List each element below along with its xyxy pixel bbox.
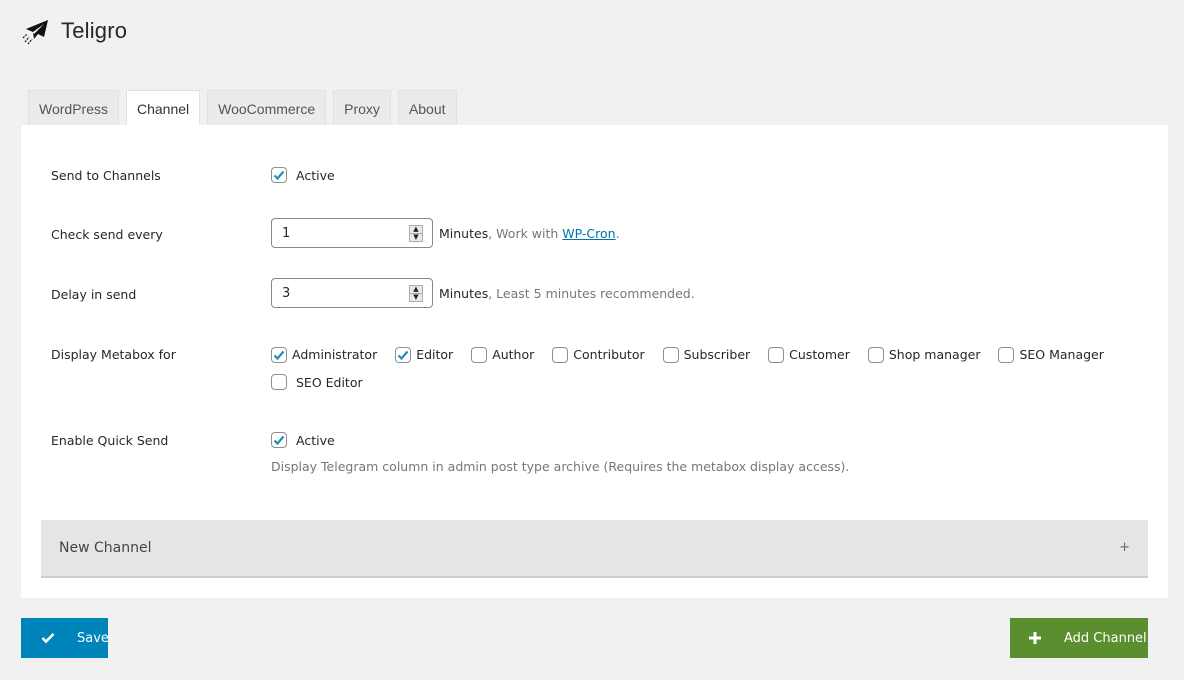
send-to-channels-checkbox[interactable] xyxy=(271,167,287,183)
tab-channel[interactable]: Channel xyxy=(125,90,201,126)
role-contributor[interactable]: Contributor xyxy=(552,341,658,369)
delay-in-send-value: 3 xyxy=(282,285,291,301)
display-metabox-label: Display Metabox for xyxy=(51,347,176,362)
role-seo-manager-checkbox[interactable] xyxy=(998,346,1015,363)
tab-wordpress[interactable]: WordPress xyxy=(28,90,119,126)
role-contributor-checkbox[interactable] xyxy=(552,346,569,363)
delay-in-send-label: Delay in send xyxy=(51,287,137,302)
check-send-every-input[interactable]: 1 ▲ ▼ xyxy=(271,218,433,248)
role-label: Administrator xyxy=(292,346,378,362)
number-spinner[interactable]: ▲ ▼ xyxy=(409,285,423,302)
enable-quick-send-checkbox-label: Active xyxy=(296,432,335,448)
checkmark-icon xyxy=(397,350,409,360)
send-to-channels-label: Send to Channels xyxy=(51,168,161,183)
role-subscriber-checkbox[interactable] xyxy=(662,346,679,363)
check-send-every-field: 1 ▲ ▼ Minutes , Work with WP-Cron . xyxy=(271,218,620,248)
checkmark-icon xyxy=(273,350,285,360)
role-label: Author xyxy=(492,346,535,362)
role-seo-editor[interactable]: SEO Editor xyxy=(271,374,363,390)
role-label: Editor xyxy=(416,346,454,362)
check-send-every-label: Check send every xyxy=(51,227,163,242)
check-send-every-note: , Work with xyxy=(488,225,563,241)
role-label: SEO Editor xyxy=(295,375,363,390)
role-label: SEO Manager xyxy=(1019,346,1104,362)
new-channel-accordion[interactable]: New Channel + xyxy=(41,520,1148,578)
app-header: Teligro xyxy=(22,16,127,46)
spin-down-icon[interactable]: ▼ xyxy=(410,234,422,241)
tab-woocommerce[interactable]: WooCommerce xyxy=(207,90,327,126)
role-customer[interactable]: Customer xyxy=(768,341,864,369)
enable-quick-send-description: Display Telegram column in admin post ty… xyxy=(271,459,850,474)
tab-about[interactable]: About xyxy=(397,90,457,126)
check-send-every-unit: Minutes xyxy=(439,225,489,241)
role-editor-checkbox[interactable] xyxy=(395,346,412,363)
app-title: Teligro xyxy=(61,18,128,43)
enable-quick-send-checkbox[interactable] xyxy=(271,432,287,448)
role-subscriber[interactable]: Subscriber xyxy=(662,341,765,369)
role-label: Customer xyxy=(789,346,850,362)
send-to-channels-checkbox-label: Active xyxy=(296,167,335,183)
role-label: Contributor xyxy=(573,346,645,362)
role-shop-manager[interactable]: Shop manager xyxy=(867,341,995,369)
save-button-label: Save xyxy=(77,630,109,646)
channel-settings-panel: Send to Channels Active Check send every… xyxy=(21,125,1168,598)
check-send-every-value: 1 xyxy=(282,225,291,241)
role-shop-manager-checkbox[interactable] xyxy=(867,346,884,363)
delay-in-send-unit: Minutes xyxy=(439,285,489,301)
checkmark-icon xyxy=(273,435,285,446)
enable-quick-send-label: Enable Quick Send xyxy=(51,433,169,448)
role-seo-editor-checkbox[interactable] xyxy=(271,374,287,390)
role-seo-manager[interactable]: SEO Manager xyxy=(998,341,1117,369)
plus-icon xyxy=(1028,631,1042,645)
role-administrator[interactable]: Administrator xyxy=(271,341,391,369)
role-administrator-checkbox[interactable] xyxy=(271,346,287,363)
expand-plus-icon[interactable]: + xyxy=(1119,540,1130,555)
tab-proxy[interactable]: Proxy xyxy=(333,90,391,126)
role-checkbox-list: Administrator Editor Author Contributor … xyxy=(271,340,1141,397)
role-author-checkbox[interactable] xyxy=(471,346,488,363)
add-channel-button[interactable]: Add Channel xyxy=(1010,618,1148,658)
spin-down-icon[interactable]: ▼ xyxy=(410,294,422,301)
new-channel-title: New Channel xyxy=(59,540,152,556)
role-label: Shop manager xyxy=(888,346,981,362)
settings-tabs: WordPress Channel WooCommerce Proxy Abou… xyxy=(28,90,464,126)
delay-in-send-input[interactable]: 3 ▲ ▼ xyxy=(271,278,433,308)
role-label: Subscriber xyxy=(683,346,751,362)
number-spinner[interactable]: ▲ ▼ xyxy=(409,225,423,242)
checkmark-icon xyxy=(41,632,55,644)
role-customer-checkbox[interactable] xyxy=(768,346,785,363)
checkmark-icon xyxy=(273,170,285,181)
add-channel-button-label: Add Channel xyxy=(1064,630,1147,646)
enable-quick-send-field[interactable]: Active xyxy=(271,432,335,448)
save-button[interactable]: Save xyxy=(21,618,109,658)
send-to-channels-field[interactable]: Active xyxy=(271,167,335,183)
role-editor[interactable]: Editor xyxy=(395,341,467,369)
delay-in-send-note: , Least 5 minutes recommended. xyxy=(488,285,695,301)
check-send-every-note-suffix: . xyxy=(615,225,620,241)
delay-in-send-field: 3 ▲ ▼ Minutes , Least 5 minutes recommen… xyxy=(271,278,695,308)
role-author[interactable]: Author xyxy=(471,341,548,369)
wp-cron-link[interactable]: WP-Cron xyxy=(562,226,615,241)
paper-plane-icon xyxy=(22,20,48,45)
